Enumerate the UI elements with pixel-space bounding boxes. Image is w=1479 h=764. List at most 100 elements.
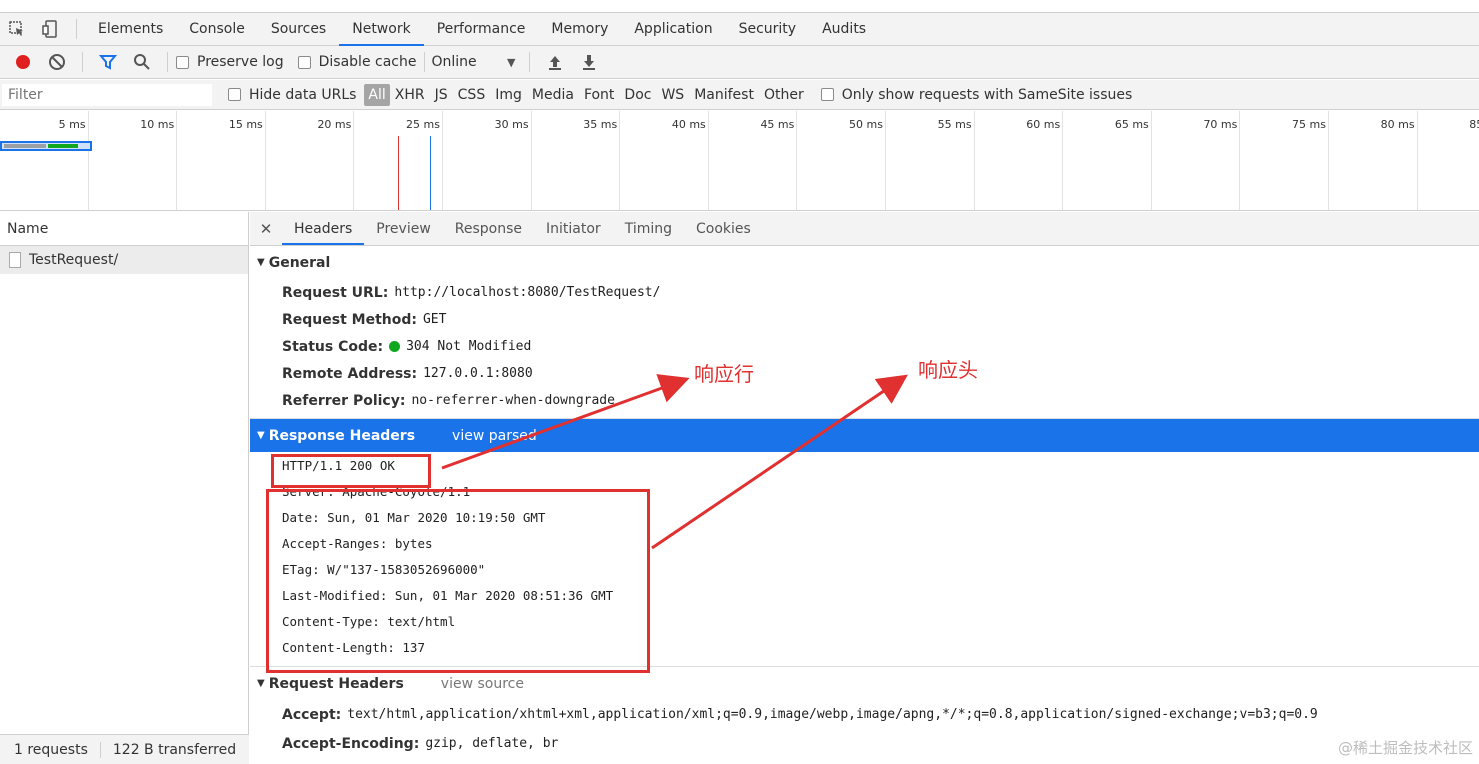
response-header-line: Content-Length: 137 — [282, 639, 425, 655]
filter-type-css[interactable]: CSS — [453, 84, 491, 106]
header-value: http://localhost:8080/TestRequest/ — [394, 285, 661, 300]
disable-cache-label: Disable cache — [318, 54, 417, 70]
timeline-tick: 75 ms — [1240, 111, 1329, 210]
tab-sources[interactable]: Sources — [258, 13, 339, 46]
document-icon — [9, 252, 21, 268]
load-event-line — [430, 136, 431, 210]
timeline-tick-label: 55 ms — [937, 118, 972, 131]
preserve-log-checkbox[interactable]: Preserve log — [176, 54, 284, 70]
device-toolbar-icon[interactable] — [34, 13, 68, 45]
request-header-row: Accept-Encoding: gzip, deflate, br — [250, 729, 1479, 758]
checkbox-box[interactable] — [820, 88, 834, 101]
record-icon[interactable] — [6, 47, 40, 77]
clear-icon[interactable] — [40, 47, 74, 77]
samesite-label: Only show requests with SameSite issues — [841, 86, 1133, 103]
tab-initiator[interactable]: Initiator — [534, 212, 613, 245]
timeline-tick-label: 15 ms — [228, 118, 263, 131]
tab-response[interactable]: Response — [443, 212, 534, 245]
tab-network[interactable]: Network — [339, 13, 424, 46]
view-source-toggle[interactable]: view source — [441, 676, 524, 692]
filter-type-ws[interactable]: WS — [656, 84, 689, 106]
timeline-tick-label: 5 ms — [58, 118, 86, 131]
name-column-header[interactable]: Name — [0, 212, 248, 246]
filter-type-img[interactable]: Img — [490, 84, 527, 106]
close-icon[interactable]: ✕ — [250, 220, 282, 238]
filter-type-media[interactable]: Media — [527, 84, 579, 106]
timeline-tick: 55 ms — [886, 111, 975, 210]
header-key: Status Code: — [282, 338, 384, 355]
samesite-checkbox[interactable]: Only show requests with SameSite issues — [820, 86, 1133, 103]
timeline-tick-label: 10 ms — [140, 118, 175, 131]
timeline-tick: 50 ms — [797, 111, 886, 210]
timeline-tick: 40 ms — [620, 111, 709, 210]
response-header-line: Date: Sun, 01 Mar 2020 10:19:50 GMT — [282, 509, 546, 525]
request-name: TestRequest/ — [29, 252, 119, 268]
filter-type-doc[interactable]: Doc — [619, 84, 656, 106]
checkbox-box[interactable] — [297, 55, 311, 69]
filter-type-manifest[interactable]: Manifest — [689, 84, 759, 106]
header-key: Request URL: — [282, 284, 389, 301]
general-rows: Request URL: http://localhost:8080/TestRe… — [250, 279, 1479, 414]
tab-headers[interactable]: Headers — [282, 212, 365, 245]
request-row[interactable]: TestRequest/ — [0, 246, 248, 274]
header-key: Accept: — [282, 706, 342, 723]
tab-performance[interactable]: Performance — [424, 13, 539, 46]
timeline-tick: 20 ms — [266, 111, 355, 210]
separator — [76, 19, 77, 39]
request-list: TestRequest/ — [0, 246, 248, 274]
checkbox-box[interactable] — [228, 88, 241, 101]
tab-console[interactable]: Console — [176, 13, 258, 46]
filter-icon[interactable] — [91, 47, 125, 77]
tab-audits[interactable]: Audits — [809, 13, 879, 46]
dropdown-arrow-icon: ▼ — [507, 55, 516, 69]
timeline-tick: 65 ms — [1063, 111, 1152, 210]
timeline-overview[interactable]: 5 ms 10 ms 15 ms 20 ms 25 ms 30 ms 35 ms 40 ms 4… — [0, 111, 1479, 211]
filter-type-font[interactable]: Font — [579, 84, 619, 106]
request-header-rows: Accept: text/html,application/xhtml+xml,a… — [250, 700, 1479, 758]
tab-cookies[interactable]: Cookies — [684, 212, 763, 245]
request-headers-section-header[interactable]: ▼ Request Headers view source — [250, 667, 1479, 700]
filter-type-all[interactable]: All — [364, 83, 390, 106]
checkbox-box[interactable] — [176, 55, 189, 69]
tab-memory[interactable]: Memory — [538, 13, 621, 46]
header-value: no-referrer-when-downgrade — [411, 393, 615, 408]
timeline-tick-label: 50 ms — [849, 118, 883, 131]
response-headers-section-header[interactable]: ▼ Response Headers view parsed — [250, 419, 1479, 452]
disable-cache-checkbox[interactable]: Disable cache — [297, 54, 417, 70]
header-key: Referrer Policy: — [282, 392, 406, 409]
hide-data-urls-checkbox[interactable]: Hide data URLs — [228, 87, 356, 103]
network-toolbar: Preserve log Disable cache Online ▼ — [0, 46, 1479, 79]
inspect-element-icon[interactable] — [0, 13, 34, 45]
timeline-tick-label: 25 ms — [406, 118, 440, 131]
response-header-line: Content-Type: text/html — [282, 613, 456, 629]
timeline-tick-label: 35 ms — [583, 118, 618, 131]
timeline-tick: 35 ms — [532, 111, 621, 210]
main-tabs: Elements Console Sources Network Performance… — [85, 13, 879, 46]
general-section-header[interactable]: ▼ General — [250, 246, 1479, 279]
separator — [82, 52, 83, 72]
timeline-tick-label: 85 ms — [1469, 118, 1479, 131]
filter-type-other[interactable]: Other — [759, 84, 809, 106]
header-value: gzip, deflate, br — [425, 736, 559, 751]
separator — [529, 52, 531, 72]
general-row: Request URL: http://localhost:8080/TestRe… — [250, 279, 1479, 306]
view-parsed-toggle[interactable]: view parsed — [452, 428, 537, 444]
filter-type-xhr[interactable]: XHR — [390, 84, 430, 106]
tab-elements[interactable]: Elements — [85, 13, 176, 46]
filter-input[interactable] — [2, 83, 212, 106]
filter-type-js[interactable]: JS — [430, 84, 453, 106]
devtools-tabbar: Elements Console Sources Network Performance… — [0, 12, 1479, 46]
timeline-tick-label: 20 ms — [317, 118, 352, 131]
search-icon[interactable] — [125, 47, 159, 77]
response-header-line: Accept-Ranges: bytes — [282, 535, 433, 551]
import-har-icon[interactable] — [538, 47, 572, 77]
timeline-tick: 5 ms — [0, 111, 89, 210]
throttling-select[interactable]: Online ▼ — [425, 54, 521, 70]
tab-timing[interactable]: Timing — [613, 212, 684, 245]
tab-application[interactable]: Application — [621, 13, 725, 46]
header-key: Remote Address: — [282, 365, 418, 382]
timeline-tick: 30 ms — [443, 111, 532, 210]
export-har-icon[interactable] — [572, 47, 606, 77]
tab-preview[interactable]: Preview — [364, 212, 443, 245]
tab-security[interactable]: Security — [726, 13, 810, 46]
